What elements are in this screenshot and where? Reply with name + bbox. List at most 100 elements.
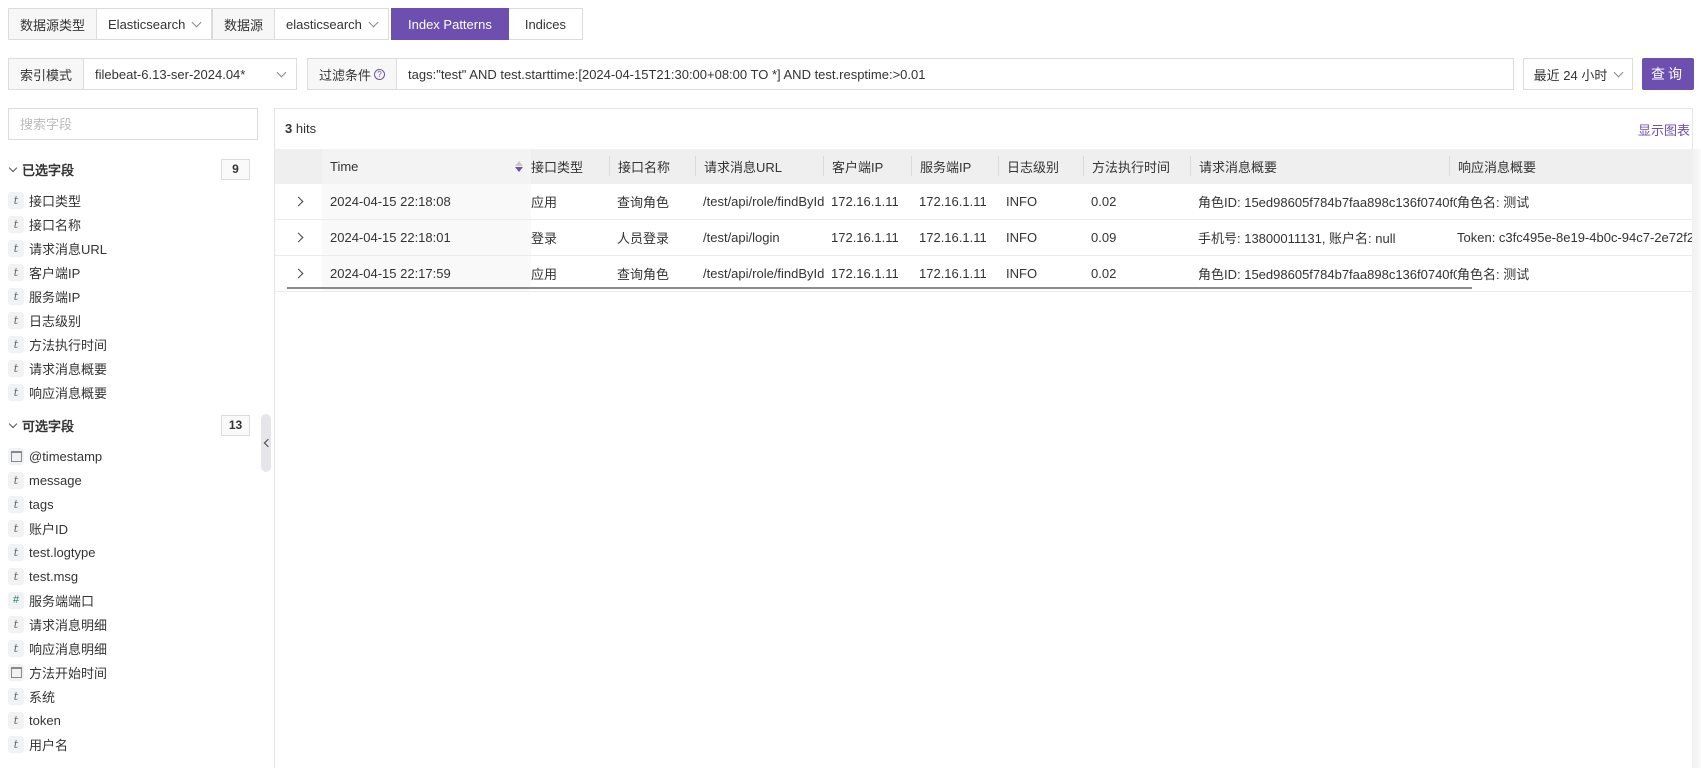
- table-cell: /test/api/role/findById: [703, 194, 825, 209]
- field-search-input[interactable]: [8, 108, 258, 140]
- expand-row-button[interactable]: [275, 256, 322, 291]
- field-item[interactable]: t test.msg: [8, 564, 250, 588]
- field-item[interactable]: t tags: [8, 492, 250, 516]
- field-item[interactable]: t token: [8, 708, 250, 732]
- field-item[interactable]: t 请求消息明细: [8, 612, 250, 636]
- table-cell: 172.16.1.11: [919, 194, 987, 209]
- tab-index-patterns[interactable]: Index Patterns: [391, 8, 509, 40]
- filter-field: 过滤条件? tags:"test" AND test.starttime:[20…: [307, 58, 1514, 90]
- vertical-scrollbar[interactable]: [1692, 149, 1701, 768]
- datasource-type-select[interactable]: 数据源类型 Elasticsearch: [8, 8, 213, 40]
- text-type-icon: t: [8, 519, 24, 537]
- field-name: 接口类型: [29, 193, 82, 209]
- field-item[interactable]: t 方法执行时间: [8, 332, 250, 356]
- field-name: test.msg: [29, 568, 79, 584]
- expand-row-button[interactable]: [275, 184, 322, 219]
- table-cell: 应用: [531, 267, 558, 282]
- table-cell: INFO: [1006, 266, 1038, 281]
- field-item[interactable]: t 账户ID: [8, 516, 250, 540]
- show-chart-link[interactable]: 显示图表: [1638, 120, 1690, 139]
- field-item[interactable]: t 请求消息URL: [8, 236, 250, 260]
- field-item[interactable]: t 日志级别: [8, 308, 250, 332]
- table-row[interactable]: 2024-04-15 22:18:08 应用 查询角色/test/api/role/…: [275, 184, 1692, 220]
- text-type-icon: t: [8, 191, 24, 209]
- column-header[interactable]: 服务端IP: [911, 156, 998, 176]
- column-header[interactable]: 请求消息URL: [695, 156, 823, 176]
- text-type-icon: t: [8, 735, 24, 753]
- table-cell: 172.16.1.11: [831, 230, 899, 245]
- field-item[interactable]: t 用户名: [8, 732, 250, 756]
- field-item[interactable]: t 响应消息概要: [8, 380, 250, 404]
- field-name: 用户名: [29, 737, 69, 753]
- table-header: Time 接口类型 接口名称 请求消息URL 客户端IP 服务端IP 日志级别 方法执行时间请…: [275, 149, 1692, 184]
- datasource-select[interactable]: 数据源 elasticsearch: [212, 8, 389, 40]
- sort-icon[interactable]: [515, 161, 523, 173]
- field-name: 方法开始时间: [29, 665, 108, 681]
- datasource-type-label: 数据源类型: [9, 9, 98, 39]
- table-cell: 2024-04-15 22:18:01: [322, 220, 531, 255]
- column-header[interactable]: 客户端IP: [823, 156, 911, 176]
- column-header[interactable]: 方法执行时间: [1083, 156, 1190, 176]
- index-pattern-select[interactable]: 索引模式 filebeat-6.13-ser-2024.04*: [8, 58, 297, 90]
- field-item[interactable]: t test.logtype: [8, 540, 250, 564]
- column-header[interactable]: 接口名称: [609, 156, 695, 176]
- chevron-down-icon: [8, 419, 18, 428]
- field-name: 服务端端口: [29, 593, 95, 609]
- chevron-down-icon: [8, 163, 18, 172]
- text-type-icon: t: [8, 687, 24, 705]
- table-cell: 172.16.1.11: [919, 266, 987, 281]
- datasource-label: 数据源: [213, 9, 276, 39]
- selected-fields-header[interactable]: 已选字段 9: [8, 158, 250, 180]
- field-name: 响应消息概要: [29, 385, 108, 401]
- field-name: tags: [29, 496, 54, 512]
- column-header[interactable]: 接口类型: [523, 149, 609, 184]
- field-item[interactable]: t 请求消息概要: [8, 356, 250, 380]
- text-type-icon: t: [8, 711, 24, 729]
- column-header[interactable]: Time: [322, 149, 531, 184]
- filter-input[interactable]: tags:"test" AND test.starttime:[2024-04-…: [397, 59, 1513, 89]
- filter-label: 过滤条件?: [308, 59, 398, 89]
- expand-row-button[interactable]: [275, 220, 322, 255]
- text-type-icon: t: [8, 495, 24, 513]
- field-item[interactable]: t 响应消息明细: [8, 636, 250, 660]
- field-item[interactable]: 方法开始时间: [8, 660, 250, 684]
- time-range-select[interactable]: 最近 24 小时: [1523, 58, 1633, 90]
- table-cell: 角色ID: 15ed98605f784b7faa898c136f0740f0: [1198, 195, 1457, 210]
- table-cell: 172.16.1.11: [831, 266, 899, 281]
- field-name: 日志级别: [29, 313, 82, 329]
- table-cell: 172.16.1.11: [919, 230, 987, 245]
- collapse-sidebar-button[interactable]: [261, 414, 272, 472]
- field-item[interactable]: t 服务端IP: [8, 284, 250, 308]
- table-cell: INFO: [1006, 230, 1038, 245]
- field-item[interactable]: # 服务端端口: [8, 588, 250, 612]
- question-circle-icon[interactable]: ?: [374, 68, 386, 80]
- table-cell: 人员登录: [617, 231, 670, 246]
- field-item[interactable]: t message: [8, 468, 250, 492]
- available-fields-count: 13: [221, 414, 250, 436]
- text-type-icon: t: [8, 383, 24, 401]
- field-name: 账户ID: [29, 521, 69, 537]
- column-header[interactable]: 请求消息概要: [1190, 156, 1449, 176]
- field-item[interactable]: @timestamp: [8, 444, 250, 468]
- text-type-icon: t: [8, 543, 24, 561]
- table-cell: 0.09: [1091, 230, 1117, 245]
- chevron-down-icon: [368, 17, 379, 27]
- field-item[interactable]: t 客户端IP: [8, 260, 250, 284]
- chevron-right-icon: [293, 196, 304, 207]
- tab-indices[interactable]: Indices: [508, 8, 584, 40]
- field-name: token: [29, 712, 61, 728]
- text-type-icon: t: [8, 311, 24, 329]
- calendar-icon: [8, 447, 24, 465]
- field-item[interactable]: t 接口类型: [8, 188, 250, 212]
- column-header[interactable]: 响应消息概要: [1449, 156, 1684, 176]
- table-cell: INFO: [1006, 194, 1038, 209]
- field-item[interactable]: t 系统: [8, 684, 250, 708]
- available-fields-header[interactable]: 可选字段 13: [8, 414, 250, 436]
- column-header[interactable]: 日志级别: [998, 156, 1083, 176]
- table-row[interactable]: 2024-04-15 22:18:01 登录 人员登录/test/api/login…: [275, 220, 1692, 256]
- number-type-icon: #: [8, 591, 24, 609]
- field-item[interactable]: t 接口名称: [8, 212, 250, 236]
- field-name: @timestamp: [29, 448, 103, 464]
- horizontal-scrollbar[interactable]: [287, 287, 1472, 289]
- query-button[interactable]: 查询: [1642, 58, 1694, 90]
